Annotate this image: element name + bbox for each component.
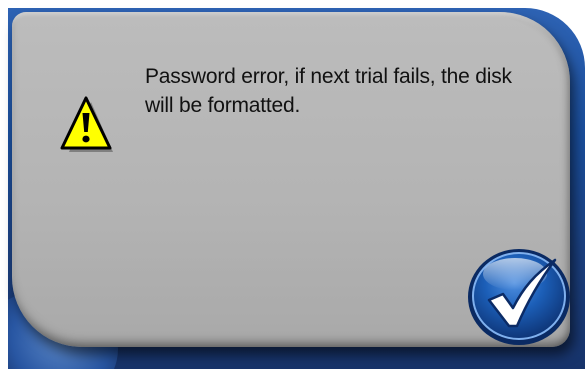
error-message: Password error, if next trial fails, the… xyxy=(145,65,512,117)
ok-button[interactable] xyxy=(463,242,575,350)
password-error-dialog: Password error, if next trial fails, the… xyxy=(12,12,570,347)
warning-icon xyxy=(60,96,116,156)
screen: Password error, if next trial fails, the… xyxy=(0,0,585,369)
checkmark-icon xyxy=(468,249,570,345)
